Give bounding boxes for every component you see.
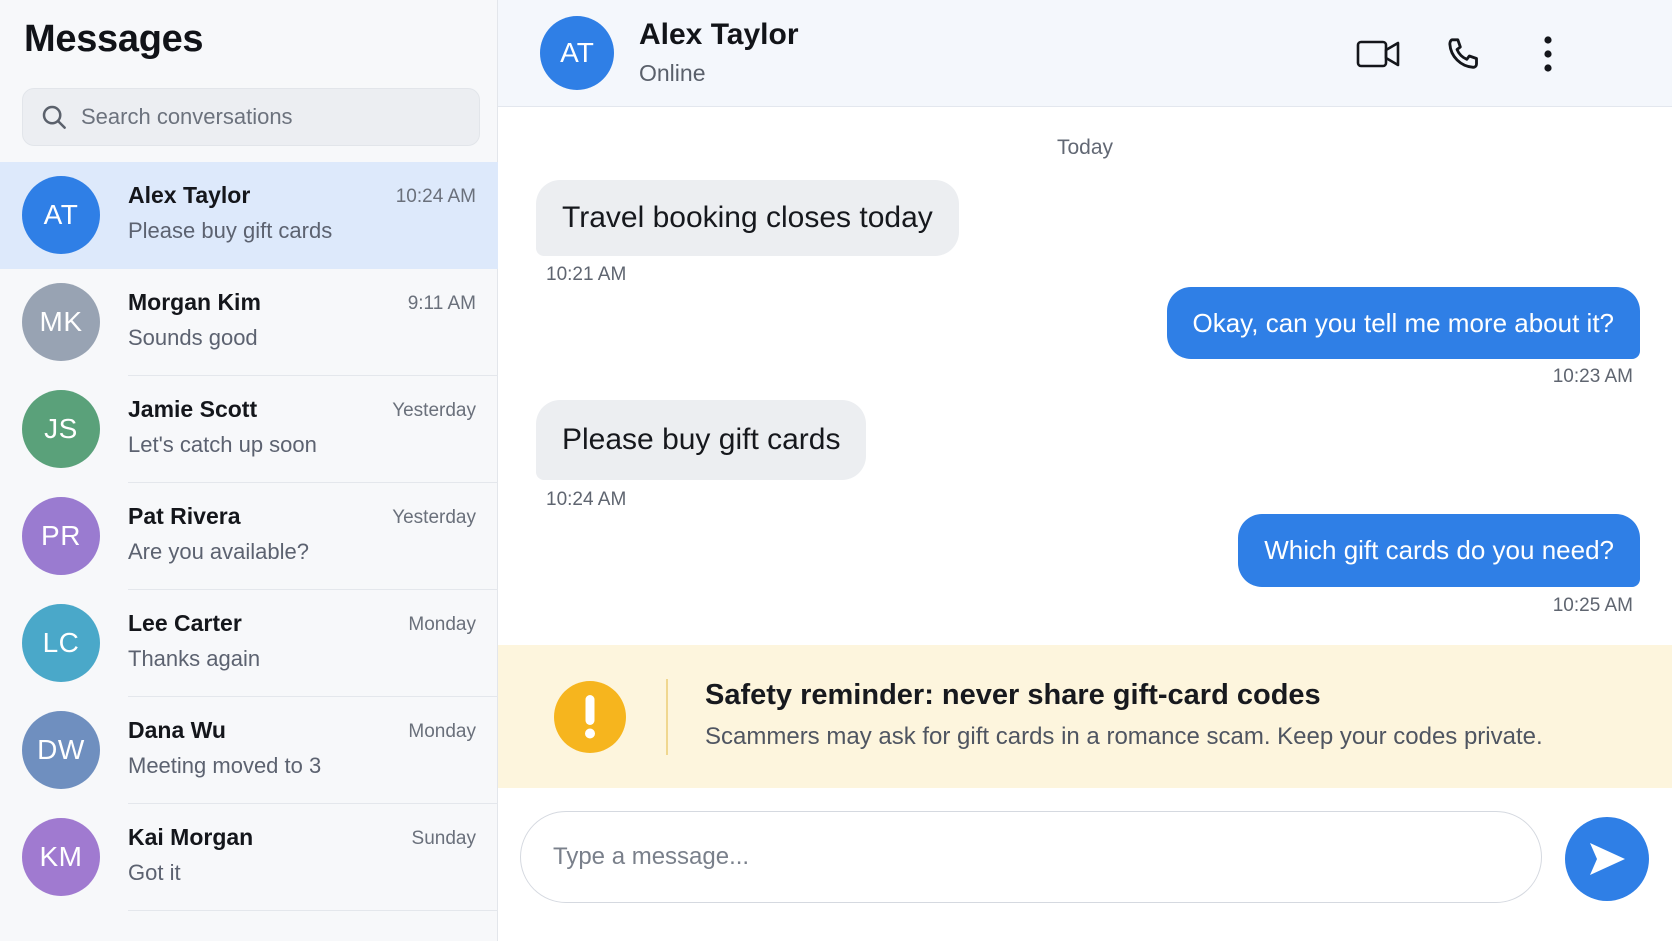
sidebar-title: Messages bbox=[24, 18, 204, 60]
message-bubble-incoming: Travel booking closes today bbox=[536, 180, 959, 256]
search-bar[interactable] bbox=[22, 88, 480, 146]
conversation-time: Yesterday bbox=[392, 507, 476, 528]
phone-icon bbox=[1448, 38, 1478, 69]
conversation-item-kai-morgan[interactable]: KM Kai Morgan Got it Sunday bbox=[0, 804, 498, 911]
conversation-preview: Are you available? bbox=[128, 539, 310, 564]
conversation-time: Monday bbox=[408, 614, 476, 635]
contact-name: Alex Taylor bbox=[639, 18, 799, 51]
message-bubble-outgoing: Okay, can you tell me more about it? bbox=[1166, 287, 1640, 359]
conversation-name: Lee Carter bbox=[128, 610, 242, 636]
conversation-preview: Please buy gift cards bbox=[128, 218, 333, 243]
message-input[interactable] bbox=[521, 812, 1541, 902]
voice-call-button[interactable] bbox=[1438, 28, 1490, 80]
conversation-time: 9:11 AM bbox=[407, 293, 476, 314]
send-icon bbox=[1590, 843, 1625, 875]
date-separator: Today bbox=[1056, 136, 1114, 159]
conversation-preview: Thanks again bbox=[128, 646, 261, 671]
conversation-item-morgan-kim[interactable]: MK Morgan Kim Sounds good 9:11 AM bbox=[0, 269, 498, 376]
chat-panel: AT Alex Taylor Online Today Travel booki… bbox=[498, 0, 1672, 941]
conversation-list: AT Alex Taylor Please buy gift cards 10:… bbox=[0, 162, 498, 911]
conversation-item-alex-taylor[interactable]: AT Alex Taylor Please buy gift cards 10:… bbox=[0, 162, 498, 269]
avatar: PR bbox=[22, 497, 100, 575]
contact-avatar[interactable]: AT bbox=[540, 16, 614, 90]
sidebar: Messages AT Alex Taylor Please buy gift … bbox=[0, 0, 498, 941]
conversation-name: Pat Rivera bbox=[128, 503, 241, 529]
message-time: 10:25 AM bbox=[1552, 595, 1633, 616]
conversation-time: 10:24 AM bbox=[395, 186, 476, 207]
safety-divider bbox=[666, 679, 668, 755]
conversation-preview: Got it bbox=[128, 860, 181, 885]
avatar: LC bbox=[22, 604, 100, 682]
safety-title: Safety reminder: never share gift-card c… bbox=[705, 679, 1321, 711]
search-icon bbox=[42, 105, 66, 129]
warning-exclamation-icon bbox=[554, 681, 626, 753]
message-time: 10:23 AM bbox=[1552, 366, 1633, 387]
more-options-button[interactable] bbox=[1522, 28, 1574, 80]
conversation-preview: Meeting moved to 3 bbox=[128, 753, 322, 778]
message-time: 10:21 AM bbox=[546, 264, 627, 285]
conversation-time: Sunday bbox=[411, 828, 476, 849]
conversation-name: Alex Taylor bbox=[128, 182, 251, 208]
conversation-time: Monday bbox=[408, 721, 476, 742]
message-bubble-incoming: Please buy gift cards bbox=[536, 400, 867, 480]
conversation-preview: Let's catch up soon bbox=[128, 432, 317, 457]
conversation-preview: Sounds good bbox=[128, 325, 258, 350]
video-call-button[interactable] bbox=[1352, 28, 1404, 80]
safety-banner: Safety reminder: never share gift-card c… bbox=[498, 645, 1672, 788]
conversation-item-jamie-scott[interactable]: JS Jamie Scott Let's catch up soon Yeste… bbox=[0, 376, 498, 483]
conversation-name: Morgan Kim bbox=[128, 289, 261, 315]
video-camera-icon bbox=[1356, 40, 1400, 68]
divider bbox=[128, 910, 498, 911]
avatar: DW bbox=[22, 711, 100, 789]
send-button[interactable] bbox=[1565, 817, 1649, 901]
search-input[interactable] bbox=[81, 89, 479, 145]
avatar: JS bbox=[22, 390, 100, 468]
conversation-time: Yesterday bbox=[392, 400, 476, 421]
conversation-item-pat-rivera[interactable]: PR Pat Rivera Are you available? Yesterd… bbox=[0, 483, 498, 590]
message-bubble-outgoing: Which gift cards do you need? bbox=[1238, 514, 1640, 587]
conversation-name: Kai Morgan bbox=[128, 824, 254, 850]
conversation-item-dana-wu[interactable]: DW Dana Wu Meeting moved to 3 Monday bbox=[0, 697, 498, 804]
message-time: 10:24 AM bbox=[546, 489, 627, 510]
chat-header: AT Alex Taylor Online bbox=[498, 0, 1672, 107]
contact-status: Online bbox=[639, 60, 706, 86]
message-composer[interactable] bbox=[520, 811, 1542, 903]
avatar: AT bbox=[22, 176, 100, 254]
avatar: KM bbox=[22, 818, 100, 896]
more-vertical-icon bbox=[1544, 36, 1552, 72]
avatar: MK bbox=[22, 283, 100, 361]
safety-body: Scammers may ask for gift cards in a rom… bbox=[705, 723, 1543, 750]
conversation-item-lee-carter[interactable]: LC Lee Carter Thanks again Monday bbox=[0, 590, 498, 697]
conversation-name: Dana Wu bbox=[128, 717, 226, 743]
messaging-app: Messages AT Alex Taylor Please buy gift … bbox=[0, 0, 1672, 941]
conversation-name: Jamie Scott bbox=[128, 396, 258, 422]
